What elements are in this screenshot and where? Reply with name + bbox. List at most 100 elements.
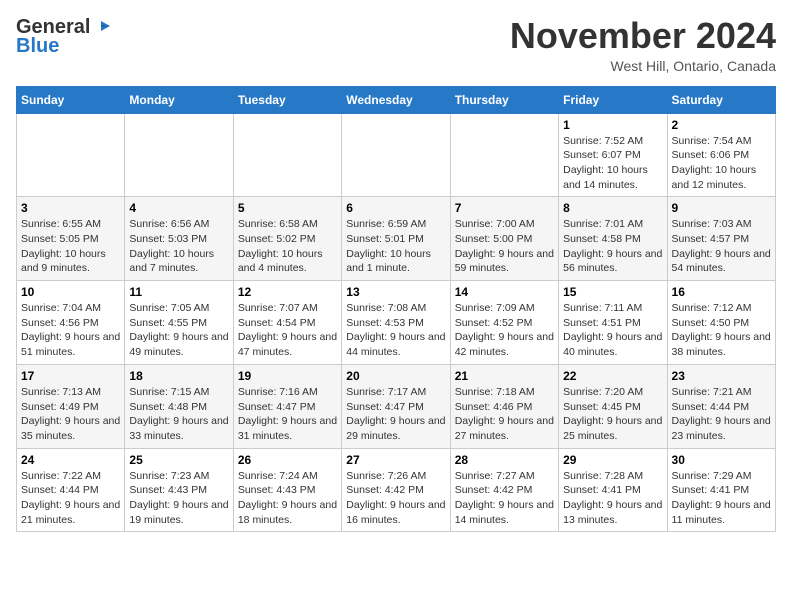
day-number: 23: [672, 369, 771, 383]
day-number: 13: [346, 285, 445, 299]
week-row-1: 1 Sunrise: 7:52 AM Sunset: 6:07 PM Daylig…: [17, 113, 776, 197]
day-info: Sunrise: 7:54 AM Sunset: 6:06 PM Dayligh…: [672, 134, 771, 193]
calendar-cell: 21 Sunrise: 7:18 AM Sunset: 4:46 PM Dayli…: [450, 364, 558, 448]
calendar-cell: 9 Sunrise: 7:03 AM Sunset: 4:57 PM Daylig…: [667, 197, 775, 281]
day-info: Sunrise: 7:22 AM Sunset: 4:44 PM Dayligh…: [21, 469, 120, 528]
column-header-monday: Monday: [125, 86, 233, 113]
day-number: 14: [455, 285, 554, 299]
calendar-cell: [450, 113, 558, 197]
calendar-cell: 2Sunrise: 7:54 AM Sunset: 6:06 PM Daylig…: [667, 113, 775, 197]
calendar-cell: 5 Sunrise: 6:58 AM Sunset: 5:02 PM Daylig…: [233, 197, 341, 281]
logo-blue: Blue: [16, 35, 59, 58]
day-info: Sunrise: 6:56 AM Sunset: 5:03 PM Dayligh…: [129, 217, 228, 276]
calendar-table: SundayMondayTuesdayWednesdayThursdayFrid…: [16, 86, 776, 533]
calendar-cell: [125, 113, 233, 197]
day-info: Sunrise: 7:00 AM Sunset: 5:00 PM Dayligh…: [455, 217, 554, 276]
day-number: 4: [129, 201, 228, 215]
day-info: Sunrise: 6:59 AM Sunset: 5:01 PM Dayligh…: [346, 217, 445, 276]
calendar-cell: 13 Sunrise: 7:08 AM Sunset: 4:53 PM Dayli…: [342, 281, 450, 365]
calendar-cell: 28 Sunrise: 7:27 AM Sunset: 4:42 PM Dayli…: [450, 448, 558, 532]
logo-flag-icon: [92, 19, 110, 37]
calendar-cell: 12 Sunrise: 7:07 AM Sunset: 4:54 PM Dayli…: [233, 281, 341, 365]
day-number: 11: [129, 285, 228, 299]
calendar-cell: 6 Sunrise: 6:59 AM Sunset: 5:01 PM Daylig…: [342, 197, 450, 281]
day-info: Sunrise: 7:18 AM Sunset: 4:46 PM Dayligh…: [455, 385, 554, 444]
column-header-saturday: Saturday: [667, 86, 775, 113]
calendar-cell: 23 Sunrise: 7:21 AM Sunset: 4:44 PM Dayli…: [667, 364, 775, 448]
column-header-friday: Friday: [559, 86, 667, 113]
day-info: Sunrise: 7:11 AM Sunset: 4:51 PM Dayligh…: [563, 301, 662, 360]
title-block: November 2024 West Hill, Ontario, Canada: [510, 16, 776, 74]
calendar-cell: 30 Sunrise: 7:29 AM Sunset: 4:41 PM Dayli…: [667, 448, 775, 532]
day-number: 18: [129, 369, 228, 383]
day-number: 30: [672, 453, 771, 467]
calendar-cell: 10 Sunrise: 7:04 AM Sunset: 4:56 PM Dayli…: [17, 281, 125, 365]
day-number: 21: [455, 369, 554, 383]
day-number: 17: [21, 369, 120, 383]
day-info: Sunrise: 7:23 AM Sunset: 4:43 PM Dayligh…: [129, 469, 228, 528]
week-row-4: 17Sunrise: 7:13 AM Sunset: 4:49 PM Dayli…: [17, 364, 776, 448]
day-info: Sunrise: 7:29 AM Sunset: 4:41 PM Dayligh…: [672, 469, 771, 528]
day-number: 22: [563, 369, 662, 383]
week-row-5: 24 Sunrise: 7:22 AM Sunset: 4:44 PM Dayli…: [17, 448, 776, 532]
calendar-header-row: SundayMondayTuesdayWednesdayThursdayFrid…: [17, 86, 776, 113]
column-header-wednesday: Wednesday: [342, 86, 450, 113]
day-info: Sunrise: 7:27 AM Sunset: 4:42 PM Dayligh…: [455, 469, 554, 528]
day-number: 15: [563, 285, 662, 299]
day-info: Sunrise: 7:28 AM Sunset: 4:41 PM Dayligh…: [563, 469, 662, 528]
day-number: 26: [238, 453, 337, 467]
day-info: Sunrise: 7:08 AM Sunset: 4:53 PM Dayligh…: [346, 301, 445, 360]
calendar-cell: 24 Sunrise: 7:22 AM Sunset: 4:44 PM Dayli…: [17, 448, 125, 532]
day-number: 20: [346, 369, 445, 383]
day-info: Sunrise: 7:12 AM Sunset: 4:50 PM Dayligh…: [672, 301, 771, 360]
day-info: Sunrise: 7:07 AM Sunset: 4:54 PM Dayligh…: [238, 301, 337, 360]
calendar-cell: 20 Sunrise: 7:17 AM Sunset: 4:47 PM Dayli…: [342, 364, 450, 448]
day-number: 16: [672, 285, 771, 299]
day-number: 3: [21, 201, 120, 215]
day-info: Sunrise: 7:21 AM Sunset: 4:44 PM Dayligh…: [672, 385, 771, 444]
day-number: 27: [346, 453, 445, 467]
calendar-cell: 8Sunrise: 7:01 AM Sunset: 4:58 PM Daylig…: [559, 197, 667, 281]
day-number: 10: [21, 285, 120, 299]
day-number: 25: [129, 453, 228, 467]
day-number: 19: [238, 369, 337, 383]
calendar-cell: 7Sunrise: 7:00 AM Sunset: 5:00 PM Daylig…: [450, 197, 558, 281]
day-info: Sunrise: 6:55 AM Sunset: 5:05 PM Dayligh…: [21, 217, 120, 276]
day-number: 12: [238, 285, 337, 299]
day-info: Sunrise: 7:26 AM Sunset: 4:42 PM Dayligh…: [346, 469, 445, 528]
column-header-sunday: Sunday: [17, 86, 125, 113]
calendar-cell: 22 Sunrise: 7:20 AM Sunset: 4:45 PM Dayli…: [559, 364, 667, 448]
day-number: 1: [563, 118, 662, 132]
day-info: Sunrise: 6:58 AM Sunset: 5:02 PM Dayligh…: [238, 217, 337, 276]
week-row-3: 10 Sunrise: 7:04 AM Sunset: 4:56 PM Dayli…: [17, 281, 776, 365]
calendar-cell: [17, 113, 125, 197]
logo: General Blue: [16, 16, 110, 58]
calendar-cell: 16 Sunrise: 7:12 AM Sunset: 4:50 PM Dayli…: [667, 281, 775, 365]
calendar-cell: 15 Sunrise: 7:11 AM Sunset: 4:51 PM Dayli…: [559, 281, 667, 365]
calendar-cell: 18 Sunrise: 7:15 AM Sunset: 4:48 PM Dayli…: [125, 364, 233, 448]
day-info: Sunrise: 7:52 AM Sunset: 6:07 PM Dayligh…: [563, 134, 662, 193]
day-number: 5: [238, 201, 337, 215]
page-header: General Blue November 2024 West Hill, On…: [16, 16, 776, 74]
day-info: Sunrise: 7:17 AM Sunset: 4:47 PM Dayligh…: [346, 385, 445, 444]
day-info: Sunrise: 7:15 AM Sunset: 4:48 PM Dayligh…: [129, 385, 228, 444]
calendar-cell: 1 Sunrise: 7:52 AM Sunset: 6:07 PM Daylig…: [559, 113, 667, 197]
day-number: 6: [346, 201, 445, 215]
calendar-cell: 3 Sunrise: 6:55 AM Sunset: 5:05 PM Daylig…: [17, 197, 125, 281]
day-number: 8: [563, 201, 662, 215]
day-number: 24: [21, 453, 120, 467]
day-number: 9: [672, 201, 771, 215]
calendar-cell: [233, 113, 341, 197]
calendar-cell: 25 Sunrise: 7:23 AM Sunset: 4:43 PM Dayli…: [125, 448, 233, 532]
day-number: 29: [563, 453, 662, 467]
day-info: Sunrise: 7:03 AM Sunset: 4:57 PM Dayligh…: [672, 217, 771, 276]
month-title: November 2024: [510, 16, 776, 56]
calendar-cell: 17Sunrise: 7:13 AM Sunset: 4:49 PM Dayli…: [17, 364, 125, 448]
day-info: Sunrise: 7:16 AM Sunset: 4:47 PM Dayligh…: [238, 385, 337, 444]
calendar-cell: 29 Sunrise: 7:28 AM Sunset: 4:41 PM Dayli…: [559, 448, 667, 532]
day-info: Sunrise: 7:09 AM Sunset: 4:52 PM Dayligh…: [455, 301, 554, 360]
day-info: Sunrise: 7:04 AM Sunset: 4:56 PM Dayligh…: [21, 301, 120, 360]
day-info: Sunrise: 7:20 AM Sunset: 4:45 PM Dayligh…: [563, 385, 662, 444]
column-header-tuesday: Tuesday: [233, 86, 341, 113]
day-number: 28: [455, 453, 554, 467]
